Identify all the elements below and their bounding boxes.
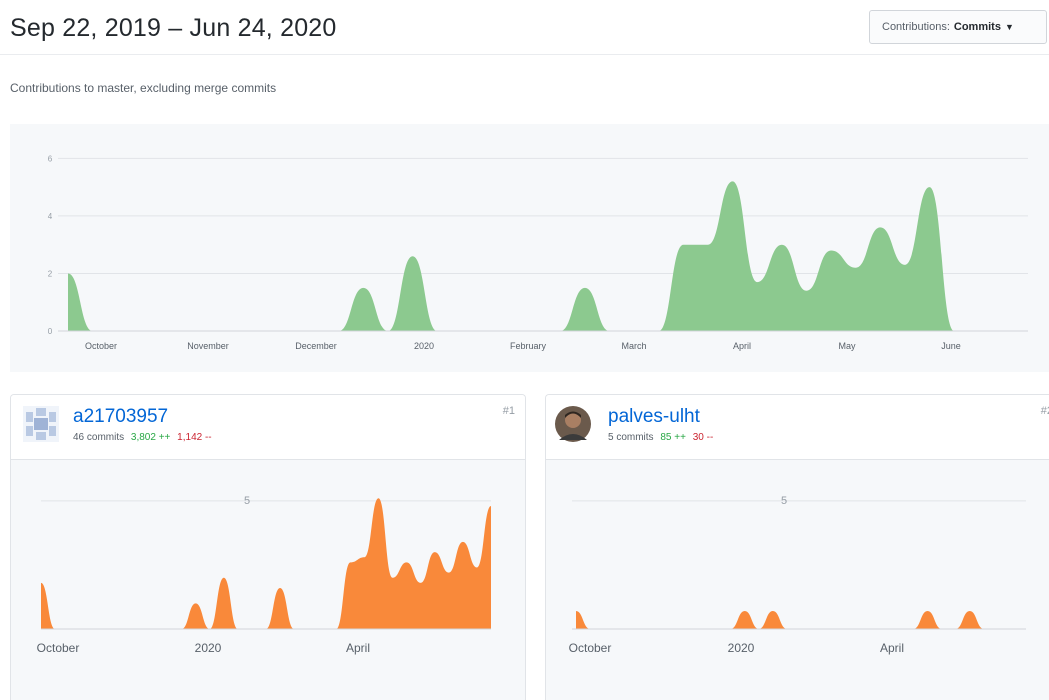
filter-label: Contributions: (882, 21, 950, 33)
contributor-chart-area: 5 October 2020 April (546, 460, 1049, 700)
commit-count: 5 commits (608, 432, 654, 443)
x-tick-label: 2020 (195, 641, 222, 655)
additions-count: 3,802 ++ (130, 432, 171, 443)
contributor-rank: #1 (502, 405, 515, 417)
x-tick-label: November (187, 341, 229, 351)
contributor-username-link[interactable]: a21703957 (73, 406, 168, 428)
series-area (576, 611, 1026, 629)
filter-value: Commits (953, 21, 1001, 33)
contributor-card-header: a21703957 46 commits 3,802 ++ 1,142 -- #… (11, 395, 525, 460)
y-tick-label: 4 (48, 212, 53, 221)
contributor-chart-svg: 5 October 2020 April (569, 495, 1026, 655)
x-tick-label: 2020 (414, 341, 434, 351)
contributor-card-2: palves-ulht 5 commits 85 ++ 30 -- #2 5 Oc… (545, 394, 1049, 700)
main-contributions-chart: 0 2 4 6 October November December 2020 February M… (10, 124, 1049, 372)
identicon-avatar[interactable] (23, 406, 59, 442)
main-chart-svg: 0 2 4 6 October November December 2020 February M… (48, 154, 1028, 351)
x-tick-label: April (733, 341, 751, 351)
y-tick-label: 0 (48, 327, 53, 336)
x-tick-label: 2020 (728, 641, 755, 655)
commit-count: 46 commits (73, 432, 125, 443)
y-tick-label: 6 (48, 154, 53, 163)
date-range-title: Sep 22, 2019 – Jun 24, 2020 (10, 14, 337, 42)
deletions-count: 1,142 -- (177, 432, 212, 443)
contributor-chart-area: 5 October 2020 April (11, 460, 525, 700)
contributor-stats: 46 commits 3,802 ++ 1,142 -- (73, 432, 212, 443)
series-area (68, 181, 1028, 331)
y-tick-label: 5 (244, 495, 250, 507)
x-tick-label: May (838, 341, 856, 351)
contributions-filter-dropdown[interactable]: Contributions: Commits ▼ (869, 10, 1047, 44)
x-tick-label: October (569, 641, 612, 655)
user-photo-avatar[interactable] (555, 406, 591, 442)
caret-down-icon: ▼ (1004, 22, 1014, 32)
x-tick-label: December (295, 341, 337, 351)
x-tick-label: October (37, 641, 80, 655)
series-area (41, 498, 491, 629)
x-tick-label: June (941, 341, 961, 351)
x-tick-label: March (621, 341, 646, 351)
x-tick-label: April (346, 641, 370, 655)
header-divider (0, 54, 1049, 55)
x-tick-label: April (880, 641, 904, 655)
contributor-username-link[interactable]: palves-ulht (608, 406, 700, 428)
x-tick-label: February (510, 341, 547, 351)
contributor-rank: #2 (1040, 405, 1049, 417)
contributor-stats: 5 commits 85 ++ 30 -- (608, 432, 713, 443)
contributor-card-header: palves-ulht 5 commits 85 ++ 30 -- #2 (546, 395, 1049, 460)
contributor-card-1: a21703957 46 commits 3,802 ++ 1,142 -- #… (10, 394, 526, 700)
contributor-chart-svg: 5 October 2020 April (37, 495, 491, 655)
y-tick-label: 2 (48, 269, 53, 278)
x-tick-label: October (85, 341, 117, 351)
chart-subtitle: Contributions to master, excluding merge… (10, 81, 277, 95)
y-tick-label: 5 (781, 495, 787, 507)
additions-count: 85 ++ (660, 432, 686, 443)
deletions-count: 30 -- (692, 432, 714, 443)
